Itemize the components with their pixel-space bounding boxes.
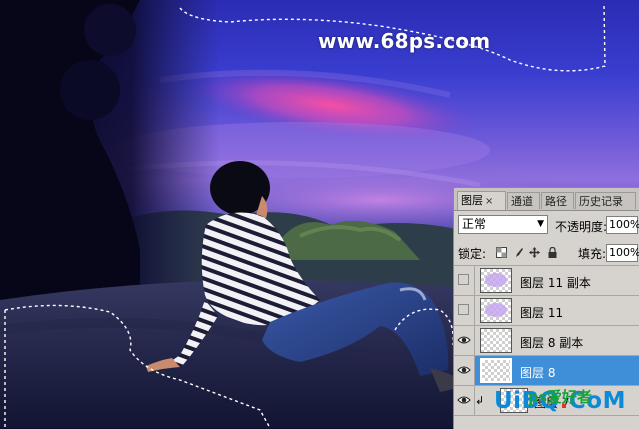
visibility-toggle[interactable] <box>454 266 475 295</box>
visibility-toggle[interactable] <box>454 296 475 325</box>
lock-transparent-icon[interactable] <box>496 247 507 258</box>
lock-row: 锁定: 填充: 100% <box>454 241 639 266</box>
tab-channels[interactable]: 通道 <box>507 192 540 209</box>
layer-row[interactable]: 图层 11 副本 <box>454 266 639 296</box>
thumbnail-content <box>485 273 507 287</box>
layer-thumbnail <box>480 328 512 353</box>
thumbnail-content <box>485 303 507 317</box>
tab-history[interactable]: 历史记录 <box>575 192 636 209</box>
tab-paths[interactable]: 路径 <box>541 192 574 209</box>
blend-row: 正常 ▼ 不透明度: 100% <box>454 213 639 237</box>
hidden-box-icon <box>458 304 469 315</box>
layer-row-selected[interactable]: 图层 8 <box>454 356 639 386</box>
layer-row[interactable]: 图层 11 <box>454 296 639 326</box>
layer-thumbnail <box>480 298 512 323</box>
visibility-toggle[interactable] <box>454 386 475 415</box>
eye-icon <box>457 366 471 374</box>
fill-field[interactable]: 100% <box>606 244 639 262</box>
panel-tab-bar: 图层 × 通道 路径 历史记录 <box>454 188 639 211</box>
layer-name: 图层 11 <box>520 306 564 320</box>
fill-value: 100% <box>609 246 639 259</box>
eye-icon <box>457 396 471 404</box>
watermark-text: www.68ps.com <box>318 29 491 53</box>
layer-name: 图层 8 副本 <box>520 336 584 350</box>
clipping-arrow-icon: ↲ <box>475 394 485 407</box>
brush-icon[interactable] <box>513 247 524 258</box>
close-icon[interactable]: × <box>485 196 493 207</box>
visibility-toggle[interactable] <box>454 326 475 355</box>
tab-history-label: 历史记录 <box>579 195 623 208</box>
fill-label: 填充: <box>578 247 607 261</box>
layer-name: 图层 11 副本 <box>520 276 591 290</box>
visibility-toggle[interactable] <box>454 356 475 385</box>
lock-label: 锁定: <box>458 247 487 261</box>
layer-name: 图层 8 <box>520 366 556 380</box>
opacity-label: 不透明度: <box>555 220 608 234</box>
blend-mode-value: 正常 <box>462 217 487 231</box>
blend-mode-select[interactable]: 正常 ▼ <box>458 215 548 234</box>
lock-icon[interactable] <box>547 247 558 258</box>
logo-tagline: ps爱好者 <box>528 388 592 406</box>
tab-paths-label: 路径 <box>545 195 567 208</box>
eye-icon <box>457 336 471 344</box>
layer-row[interactable]: 图层 8 副本 <box>454 326 639 356</box>
layer-thumbnail <box>480 268 512 293</box>
hidden-box-icon <box>458 274 469 285</box>
tab-layers-label: 图层 <box>461 194 483 207</box>
chevron-down-icon: ▼ <box>537 219 544 229</box>
move-icon[interactable] <box>529 247 540 258</box>
tab-layers[interactable]: 图层 × <box>457 191 506 210</box>
opacity-value: 100% <box>609 218 639 231</box>
opacity-field[interactable]: 100% <box>606 216 639 234</box>
layer-thumbnail <box>480 358 512 383</box>
tab-channels-label: 通道 <box>511 195 533 208</box>
